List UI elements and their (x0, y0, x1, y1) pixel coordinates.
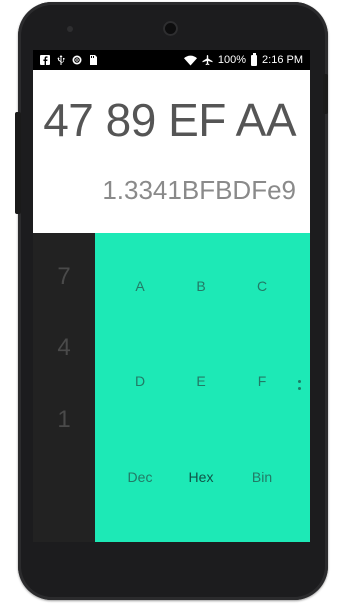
hex-panel: A B C D E F Dec Hex Bin (95, 233, 310, 542)
facebook-icon (40, 55, 50, 65)
key-4[interactable]: 4 (33, 334, 95, 362)
status-bar: 100% 2:16 PM (33, 50, 310, 70)
power-button (323, 74, 328, 114)
key-e[interactable]: E (171, 373, 231, 389)
key-d[interactable]: D (110, 373, 170, 389)
sync-icon (72, 55, 82, 65)
proximity-sensor (67, 26, 73, 32)
screen: 100% 2:16 PM 47 89 EF AA 1.3341BFBDFe9 7… (33, 50, 310, 542)
result-text: 1.3341BFBDFe9 (102, 175, 296, 205)
key-7[interactable]: 7 (33, 263, 95, 291)
calculator-display: 47 89 EF AA 1.3341BFBDFe9 (33, 70, 310, 233)
mode-bin-button[interactable]: Bin (232, 469, 292, 485)
bottom-bezel (33, 542, 310, 582)
key-a[interactable]: A (110, 278, 170, 294)
overflow-menu-icon[interactable] (298, 380, 302, 394)
key-c[interactable]: C (232, 278, 292, 294)
sd-card-icon (90, 55, 97, 65)
front-camera (163, 21, 178, 36)
numeric-panel: 7 4 1 (33, 233, 95, 542)
wifi-icon (183, 55, 197, 65)
key-b[interactable]: B (171, 278, 231, 294)
formula-text[interactable]: 47 89 EF AA (43, 93, 296, 147)
battery-icon (251, 52, 258, 66)
volume-button (15, 112, 21, 214)
clock: 2:16 PM (262, 54, 303, 66)
mode-hex-button[interactable]: Hex (171, 469, 231, 485)
battery-percent: 100% (217, 54, 247, 66)
mode-dec-button[interactable]: Dec (110, 469, 170, 485)
airplane-mode-icon (202, 54, 213, 65)
usb-icon (57, 55, 65, 65)
key-1[interactable]: 1 (33, 406, 95, 434)
keypad: 7 4 1 A B C D E F Dec Hex Bin (33, 233, 310, 542)
key-f[interactable]: F (232, 373, 292, 389)
